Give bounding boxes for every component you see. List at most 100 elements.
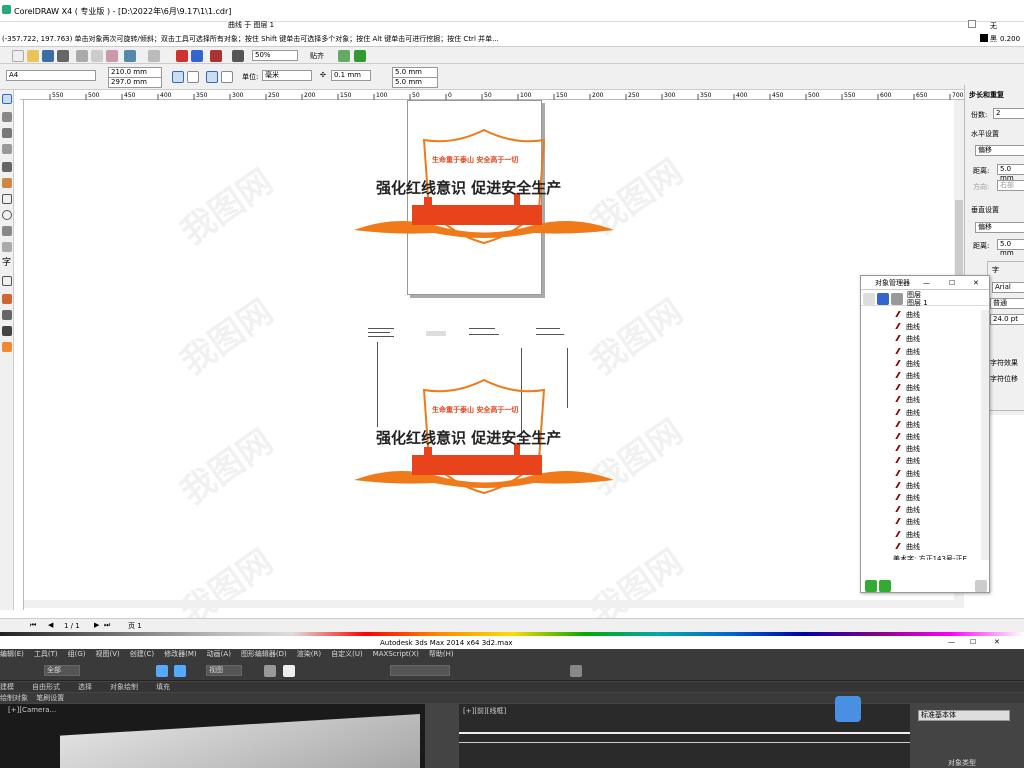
polygon-tool-icon[interactable] [2, 226, 12, 236]
basic-shapes-icon[interactable] [2, 242, 12, 252]
open-icon[interactable] [27, 50, 39, 62]
table-tool-icon[interactable] [2, 276, 12, 286]
delete-icon[interactable] [975, 580, 987, 592]
cut-icon[interactable] [76, 50, 88, 62]
ribbon-tab[interactable]: 自由形式 [32, 683, 60, 691]
max-menu-item[interactable]: 创建(C) [130, 650, 154, 658]
crop-tool-icon[interactable] [2, 128, 12, 138]
front-viewport[interactable]: [+][前][线框] [459, 696, 910, 768]
prev-page-icon[interactable]: ◀ [48, 621, 53, 629]
unit-select[interactable]: 毫米 [262, 70, 312, 81]
object-list-item[interactable]: 曲线 [895, 517, 920, 528]
launcher-icon[interactable] [210, 50, 222, 62]
object-list-item[interactable]: 曲线 [895, 493, 920, 504]
named-selection[interactable] [390, 665, 450, 676]
edit-across-icon[interactable] [891, 293, 903, 305]
current-page-icon[interactable] [221, 71, 233, 83]
direction-select[interactable]: 右部 [997, 180, 1024, 191]
max-menu-item[interactable]: 图形编辑器(D) [241, 650, 287, 658]
object-list-item-text[interactable]: 美术字: 方正143号-正E... [893, 554, 974, 560]
max-minimize-icon[interactable]: — [948, 638, 955, 646]
max-maximize-icon[interactable]: ☐ [970, 638, 976, 646]
page-height-field[interactable]: 297.0 mm [108, 77, 162, 88]
all-pages-icon[interactable] [206, 71, 218, 83]
new-icon[interactable] [12, 50, 24, 62]
shape-tool-icon[interactable] [2, 112, 12, 122]
object-list-item[interactable]: 曲线 [895, 542, 920, 553]
rotate-icon[interactable] [283, 665, 295, 677]
landscape-icon[interactable] [187, 71, 199, 83]
viewcube-icon[interactable] [835, 696, 861, 722]
object-list-item[interactable]: 曲线 [895, 408, 920, 419]
max-menu-item[interactable]: 编辑(E) [0, 650, 24, 658]
brush-settings-label[interactable]: 笔刷设置 [36, 694, 64, 702]
object-list-item[interactable]: 曲线 [895, 347, 920, 358]
char-shift-heading[interactable]: 字符位移 [990, 374, 1018, 384]
app-launcher-icon[interactable] [354, 50, 366, 62]
nudge-field[interactable]: 0.1 mm [331, 70, 371, 81]
freehand-tool-icon[interactable] [2, 162, 12, 172]
object-list-item[interactable]: 曲线 [895, 481, 920, 492]
h-distance-field[interactable]: 5.0 mm [997, 164, 1024, 182]
char-tab[interactable]: 字 [992, 265, 999, 275]
object-list-item[interactable]: 曲线 [895, 395, 920, 406]
reference-coord-select[interactable]: 视图 [206, 665, 242, 676]
zoom-select[interactable]: 50% [252, 50, 298, 61]
h-mode-select[interactable]: 偏移 [975, 145, 1024, 156]
v-mode-select[interactable]: 偏移 [975, 222, 1024, 233]
object-list-item[interactable]: 曲线 [895, 505, 920, 516]
outline-tool-icon[interactable] [2, 326, 12, 336]
camera-viewport[interactable]: [+][Camera... [0, 704, 425, 768]
object-list-item[interactable]: 曲线 [895, 359, 920, 370]
select-icon[interactable] [156, 665, 168, 677]
minimize-icon[interactable]: — [923, 276, 930, 290]
duplicate-y-field[interactable]: 5.0 mm [392, 77, 438, 88]
first-page-icon[interactable]: ⏮ [30, 621, 36, 630]
char-effect-heading[interactable]: 字符效果 [990, 358, 1018, 368]
object-list-item[interactable]: 曲线 [895, 334, 920, 345]
object-list-item[interactable]: 曲线 [895, 432, 920, 443]
max-menu-item[interactable]: 动画(A) [207, 650, 231, 658]
max-menu-item[interactable]: MAXScript(X) [373, 650, 419, 658]
object-list-item[interactable]: 曲线 [895, 383, 920, 394]
page-tab[interactable]: 页 1 [128, 621, 142, 631]
max-menu-item[interactable]: 组(G) [68, 650, 86, 658]
ribbon-tab[interactable]: 填充 [156, 683, 170, 691]
object-list-scrollbar[interactable] [981, 310, 989, 560]
ribbon-tab[interactable]: 对象绘制 [110, 683, 138, 691]
ellipse-tool-icon[interactable] [2, 210, 12, 220]
object-list-item[interactable]: 曲线 [895, 530, 920, 541]
sign-design-top[interactable]: 生命重于泰山 安全高于一切 强化红线意识 促进安全生产 [354, 125, 614, 245]
show-properties-icon[interactable] [877, 293, 889, 305]
object-list-item[interactable]: 曲线 [895, 420, 920, 431]
max-menu-item[interactable]: 修改器(M) [164, 650, 197, 658]
fill-tool-icon[interactable] [2, 342, 12, 352]
horizontal-scrollbar[interactable] [24, 600, 954, 608]
font-style-select[interactable]: 普通 [990, 298, 1024, 309]
redo-icon[interactable] [148, 50, 160, 62]
object-list-item[interactable]: 曲线 [895, 371, 920, 382]
max-menu-item[interactable]: 渲染(R) [297, 650, 321, 658]
object-list-item[interactable]: 曲线 [895, 322, 920, 333]
new-master-layer-icon[interactable] [879, 580, 891, 592]
welcome-icon[interactable] [232, 50, 244, 62]
zoom-tool-icon[interactable] [2, 144, 12, 154]
max-close-icon[interactable]: ✕ [994, 638, 1000, 646]
region-select-icon[interactable] [174, 665, 186, 677]
layer-icon[interactable] [863, 293, 875, 305]
object-manager-window[interactable]: 对象管理器 — ☐ ✕ 图层 图层 1 曲线 曲线 曲线 曲线 曲线 曲线 曲线 曲线 曲线 曲线… [860, 275, 990, 593]
portrait-icon[interactable] [172, 71, 184, 83]
copy-icon[interactable] [91, 50, 103, 62]
object-category-select[interactable]: 标准基本体 [918, 710, 1010, 721]
paint-object-label[interactable]: 绘制对象 [0, 694, 28, 702]
copies-field[interactable]: 2 [993, 108, 1024, 119]
ribbon-tab[interactable]: 选择 [78, 683, 92, 691]
font-size-field[interactable]: 24.0 pt [990, 314, 1024, 325]
object-list-item[interactable]: 曲线 [895, 310, 920, 321]
font-select[interactable]: Arial [992, 282, 1024, 293]
print-icon[interactable] [57, 50, 69, 62]
eyedropper-icon[interactable] [2, 310, 12, 320]
object-list-item[interactable]: 曲线 [895, 469, 920, 480]
max-menu-item[interactable]: 视图(V) [96, 650, 120, 658]
export-icon[interactable] [191, 50, 203, 62]
